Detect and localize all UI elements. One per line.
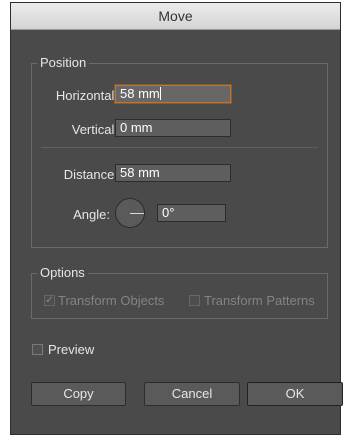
angle-field[interactable]: 0° — [157, 204, 226, 222]
position-group-label: Position — [37, 55, 90, 70]
distance-field[interactable]: 58 mm — [115, 164, 231, 182]
angle-needle — [130, 213, 144, 214]
horizontal-field[interactable]: 58 mm — [115, 85, 231, 103]
position-divider — [41, 147, 318, 148]
preview-checkbox[interactable] — [32, 344, 43, 355]
copy-button[interactable]: Copy — [31, 382, 126, 406]
transform-patterns-checkbox[interactable] — [189, 295, 200, 306]
cancel-button[interactable]: Cancel — [144, 382, 240, 406]
ok-button[interactable]: OK — [247, 382, 343, 406]
horizontal-label: Horizontal: — [55, 88, 118, 103]
options-group-label: Options — [37, 265, 88, 280]
distance-label: Distance: — [63, 167, 118, 182]
angle-label: Angle: — [73, 207, 110, 222]
vertical-label: Vertical: — [71, 122, 118, 137]
angle-dial-icon[interactable] — [115, 198, 145, 228]
horizontal-value: 58 mm — [120, 86, 160, 101]
text-caret — [159, 87, 161, 100]
preview-label: Preview — [48, 342, 95, 357]
vertical-field[interactable]: 0 mm — [115, 119, 231, 137]
dialog-title: Move — [11, 3, 340, 30]
check-icon: ✓ — [45, 295, 54, 306]
move-dialog: Move Position Horizontal: 58 mm Vertical… — [10, 2, 343, 435]
transform-patterns-label: Transform Patterns — [204, 293, 315, 308]
transform-objects-label: Transform Objects — [58, 293, 165, 308]
transform-objects-checkbox[interactable]: ✓ — [44, 295, 55, 306]
